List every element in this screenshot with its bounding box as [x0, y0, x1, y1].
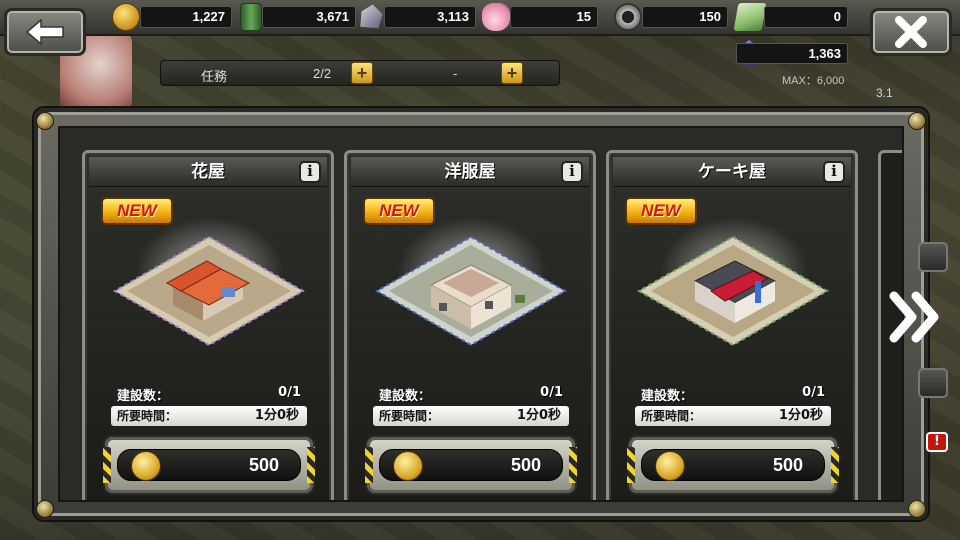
pouch-icon: [482, 3, 510, 31]
build-count-label: 建設数：: [117, 389, 170, 404]
card-title: ケーキ屋: [613, 157, 851, 187]
mission-dash: -: [453, 66, 458, 81]
build-time-label: 所要時間：: [117, 409, 178, 423]
build-count-value: 0/1: [278, 385, 301, 400]
shop-panel: 花屋 i NEW 建設数： 0/1 所要時間： 1分0秒 500 洋服屋 i N…: [34, 108, 928, 520]
cake-shop-building-icon: [636, 235, 830, 347]
buy-button[interactable]: 500: [365, 435, 577, 495]
info-icon[interactable]: i: [823, 161, 845, 183]
build-time-row: 所要時間： 1分0秒: [111, 406, 307, 426]
pouch-value: 15: [510, 6, 598, 28]
crystal-value: 1,363: [736, 43, 848, 64]
build-time-row: 所要時間： 1分0秒: [373, 406, 569, 426]
building-card[interactable]: ケーキ屋 i NEW 建設数： 0/1 所要時間： 1分0秒 500: [606, 150, 858, 500]
build-time-label: 所要時間：: [641, 409, 702, 423]
build-time-value: 1分0秒: [778, 408, 823, 423]
gear-parts-icon: [614, 3, 642, 31]
mission-bar: 任務 2/2 + - +: [160, 60, 560, 86]
back-arrow-icon: [25, 19, 64, 45]
card-title: 洋服屋: [351, 157, 589, 187]
close-x-icon: [895, 16, 927, 48]
hazard-stripe: [103, 447, 111, 483]
bolt-icon: [908, 500, 926, 518]
price-value: 500: [772, 455, 803, 475]
build-time-value: 1分0秒: [254, 408, 299, 423]
iron-value: 3,113: [384, 6, 476, 28]
side-menu-button[interactable]: [918, 242, 948, 272]
build-count-label: 建設数：: [379, 389, 432, 404]
building-card[interactable]: 洋服屋 i NEW 建設数： 0/1 所要時間： 1分0秒 500: [344, 150, 596, 500]
next-chevron-icon[interactable]: [888, 290, 946, 344]
build-count-value: 0/1: [802, 385, 825, 400]
build-count-value: 0/1: [540, 385, 563, 400]
gold-coin-icon: [131, 451, 161, 481]
resource-bar: 1,227 3,671 3,113 15 150 0: [0, 0, 960, 36]
oil-barrel-icon: [240, 3, 262, 31]
side-value: 3.1: [876, 86, 893, 100]
clothing-shop-building-icon: [374, 235, 568, 347]
price-value: 500: [510, 455, 541, 475]
bolt-icon: [36, 112, 54, 130]
hazard-stripe: [627, 447, 635, 483]
bolt-icon: [908, 112, 926, 130]
price-value: 500: [248, 455, 279, 475]
cash-bundle-icon: [733, 3, 767, 31]
back-button[interactable]: [4, 8, 86, 56]
hazard-stripe: [365, 447, 373, 483]
info-icon[interactable]: i: [299, 161, 321, 183]
parts-value: 150: [642, 6, 728, 28]
card-list: 花屋 i NEW 建設数： 0/1 所要時間： 1分0秒 500 洋服屋 i N…: [58, 126, 904, 502]
buy-button[interactable]: 500: [103, 435, 315, 495]
hazard-stripe: [569, 447, 577, 483]
card-title: 花屋: [89, 157, 327, 187]
gold-coin-icon: [655, 451, 685, 481]
hazard-stripe: [307, 447, 315, 483]
side-menu-button[interactable]: [918, 368, 948, 398]
hazard-stripe: [831, 447, 839, 483]
slot-add-button[interactable]: +: [501, 62, 523, 84]
alert-badge[interactable]: !: [926, 432, 948, 452]
crystal-max-label: MAX：6,000: [782, 75, 845, 87]
flower-shop-building-icon: [112, 235, 306, 347]
close-button[interactable]: [870, 8, 952, 56]
build-time-value: 1分0秒: [516, 408, 561, 423]
mission-add-button[interactable]: +: [351, 62, 373, 84]
oil-value: 3,671: [262, 6, 356, 28]
bolt-icon: [36, 500, 54, 518]
gold-coin-icon: [112, 3, 140, 31]
gold-coin-icon: [393, 451, 423, 481]
build-time-row: 所要時間： 1分0秒: [635, 406, 831, 426]
gold-value: 1,227: [140, 6, 232, 28]
build-time-label: 所要時間：: [379, 409, 440, 423]
mission-count: 2/2: [313, 66, 332, 81]
buy-button[interactable]: 500: [627, 435, 839, 495]
info-icon[interactable]: i: [561, 161, 583, 183]
building-card[interactable]: 花屋 i NEW 建設数： 0/1 所要時間： 1分0秒 500: [82, 150, 334, 500]
mission-label: 任務: [201, 69, 228, 84]
cash-value: 0: [764, 6, 848, 28]
build-count-label: 建設数：: [641, 389, 694, 404]
iron-ore-icon: [360, 4, 383, 29]
